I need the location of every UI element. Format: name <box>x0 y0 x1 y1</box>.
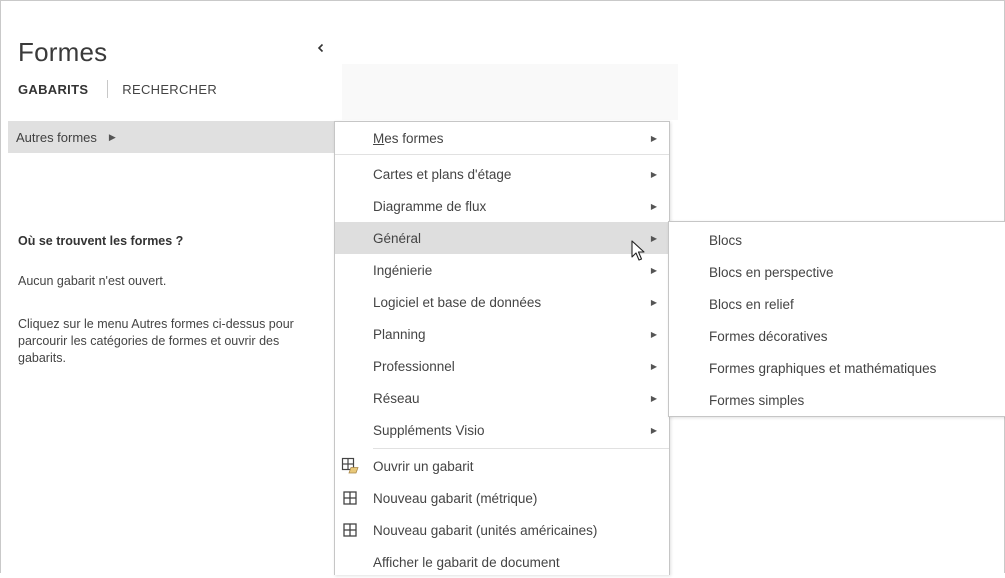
chevron-right-icon: ▶ <box>650 425 657 435</box>
menu-item-schedule[interactable]: Planning ▶ <box>335 318 669 350</box>
submenu-item-blocks-perspective[interactable]: Blocs en perspective <box>669 256 1005 288</box>
open-stencil-icon <box>341 457 359 475</box>
chevron-right-icon: ▶ <box>650 169 657 179</box>
menu-item-maps-floor-plans[interactable]: Cartes et plans d'étage ▶ <box>335 158 669 190</box>
menu-separator <box>373 448 669 449</box>
pane-tabs: GABARITS RECHERCHER <box>18 80 217 98</box>
submenu-item-label: Blocs en perspective <box>709 264 834 280</box>
menu-item-label: Suppléments Visio <box>373 422 485 438</box>
menu-item-label: Réseau <box>373 390 420 406</box>
menu-item-new-stencil-metric[interactable]: Nouveau gabarit (métrique) <box>335 482 669 514</box>
chevron-right-icon: ▶ <box>650 297 657 307</box>
chevron-right-icon: ▶ <box>650 329 657 339</box>
tab-stencils[interactable]: GABARITS <box>18 82 88 97</box>
menu-item-label: Ouvrir un gabarit <box>373 458 474 474</box>
menu-item-my-shapes[interactable]: Mes formes ▶ <box>335 122 669 155</box>
collapse-pane-button[interactable] <box>314 42 328 56</box>
more-shapes-button[interactable]: Autres formes ▶ <box>8 121 334 153</box>
menu-item-software-database[interactable]: Logiciel et base de données ▶ <box>335 286 669 318</box>
general-submenu: Blocs Blocs en perspective Blocs en reli… <box>668 221 1005 417</box>
tab-search[interactable]: RECHERCHER <box>122 82 217 97</box>
menu-item-general[interactable]: Général ▶ <box>335 222 669 254</box>
submenu-item-blocks[interactable]: Blocs <box>669 224 1005 256</box>
submenu-item-decorative-shapes[interactable]: Formes décoratives <box>669 320 1005 352</box>
help-no-stencil-text: Aucun gabarit n'est ouvert. <box>18 274 167 288</box>
menu-item-network[interactable]: Réseau ▶ <box>335 382 669 414</box>
submenu-item-graph-math-shapes[interactable]: Formes graphiques et mathématiques <box>669 352 1005 384</box>
chevron-right-icon: ▶ <box>650 361 657 371</box>
help-instructions-text: Cliquez sur le menu Autres formes ci-des… <box>18 317 294 365</box>
submenu-item-label: Blocs en relief <box>709 296 794 312</box>
menu-item-label: Diagramme de flux <box>373 198 487 214</box>
menu-item-new-stencil-us[interactable]: Nouveau gabarit (unités américaines) <box>335 514 669 546</box>
menu-item-label: Logiciel et base de données <box>373 294 542 310</box>
more-shapes-menu: Mes formes ▶ Cartes et plans d'étage ▶ D… <box>334 121 670 575</box>
submenu-item-label: Formes simples <box>709 392 805 408</box>
submenu-item-blocks-raised[interactable]: Blocs en relief <box>669 288 1005 320</box>
menu-item-label: Planning <box>373 326 426 342</box>
tab-divider <box>107 80 109 98</box>
menu-item-label: Cartes et plans d'étage <box>373 166 512 182</box>
menu-item-label: Général <box>373 230 422 246</box>
chevron-right-icon: ▶ <box>108 131 116 142</box>
chevron-right-icon: ▶ <box>650 265 657 275</box>
submenu-item-label: Blocs <box>709 232 743 248</box>
menu-item-label: Nouveau gabarit (métrique) <box>373 490 538 506</box>
menu-item-show-document-stencil[interactable]: Afficher le gabarit de document <box>335 546 669 578</box>
help-title: Où se trouvent les formes ? <box>18 234 184 248</box>
chevron-right-icon: ▶ <box>650 201 657 211</box>
menu-item-label: Afficher le gabarit de document <box>373 554 560 570</box>
menu-item-label: Ingénierie <box>373 262 433 278</box>
new-stencil-icon <box>341 521 359 539</box>
chevron-right-icon: ▶ <box>650 393 657 403</box>
menu-item-label: Mes formes <box>373 130 444 146</box>
menu-item-business[interactable]: Professionnel ▶ <box>335 350 669 382</box>
menu-item-flowchart[interactable]: Diagramme de flux ▶ <box>335 190 669 222</box>
submenu-item-basic-shapes[interactable]: Formes simples <box>669 384 1005 416</box>
menu-item-label: Nouveau gabarit (unités américaines) <box>373 522 598 538</box>
empty-area <box>342 64 678 120</box>
more-shapes-label: Autres formes <box>16 129 97 145</box>
pane-title: Formes <box>18 37 108 67</box>
new-stencil-icon <box>341 489 359 507</box>
submenu-item-label: Formes décoratives <box>709 328 828 344</box>
chevron-right-icon: ▶ <box>650 133 657 143</box>
chevron-left-icon <box>317 43 324 53</box>
menu-item-label: Professionnel <box>373 358 455 374</box>
menu-item-engineering[interactable]: Ingénierie ▶ <box>335 254 669 286</box>
menu-item-visio-extras[interactable]: Suppléments Visio ▶ <box>335 414 669 446</box>
submenu-item-label: Formes graphiques et mathématiques <box>709 360 937 376</box>
chevron-right-icon: ▶ <box>650 233 657 243</box>
menu-item-open-stencil[interactable]: Ouvrir un gabarit <box>335 450 669 482</box>
mouse-cursor-icon <box>631 240 645 267</box>
